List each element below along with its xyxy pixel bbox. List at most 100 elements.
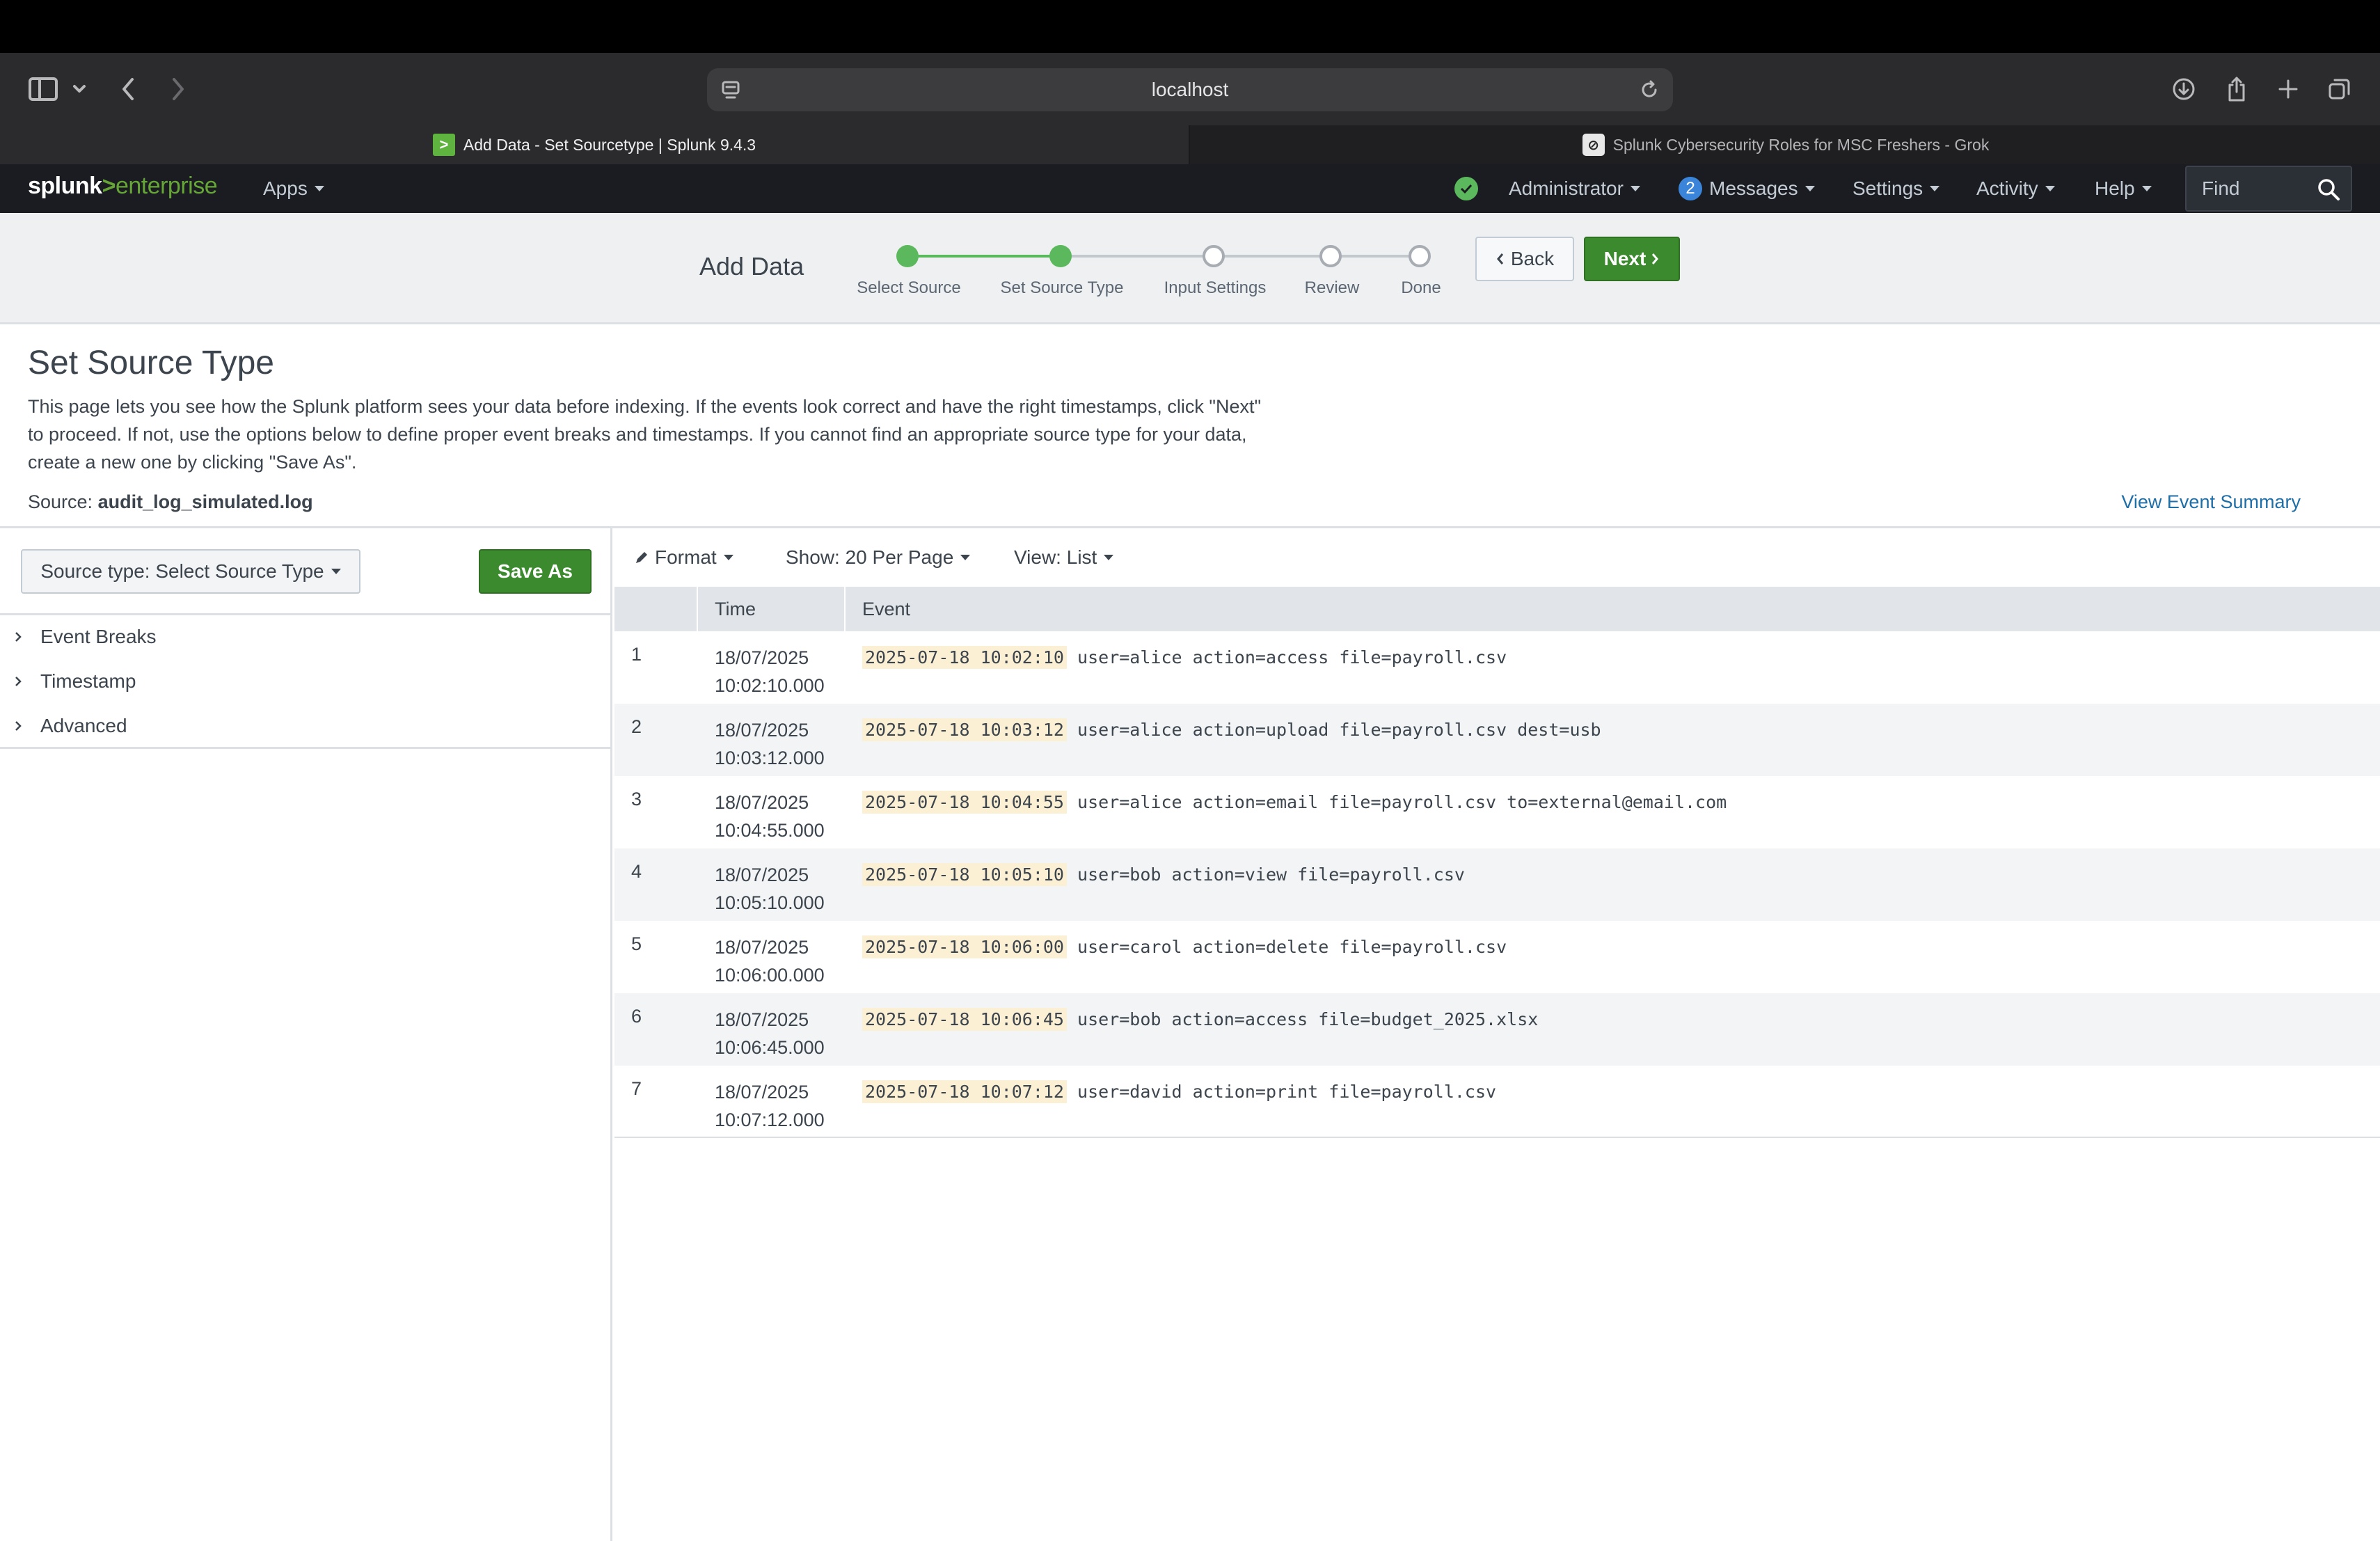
step-dot-select-source [896, 245, 919, 267]
column-divider [844, 587, 846, 631]
add-data-wizard: Add Data Select Source Set Source Type I… [0, 213, 2380, 324]
event-text: 2025-07-18 10:06:45 user=bob action=acce… [862, 1006, 1538, 1034]
table-row: 3 18/07/2025 10:04:55.000 2025-07-18 10:0… [614, 776, 2380, 848]
forward-arrow-icon[interactable] [167, 70, 189, 109]
splunk-navbar: splunk>enterprise Apps Administrator 2 Me… [0, 164, 2380, 213]
column-header-event[interactable]: Event [862, 587, 910, 631]
help-menu[interactable]: Help [2095, 164, 2152, 213]
format-menu[interactable]: Format [634, 528, 733, 587]
row-number: 7 [631, 1078, 642, 1099]
back-button[interactable]: Back [1475, 237, 1574, 281]
messages-menu[interactable]: 2 Messages [1679, 164, 1815, 213]
new-tab-icon[interactable] [2274, 70, 2302, 109]
pencil-icon [636, 552, 647, 563]
splunk-logo[interactable]: splunk>enterprise [28, 173, 218, 200]
event-time: 18/07/2025 10:02:10.000 [715, 647, 825, 696]
page-title: Set Source Type [28, 345, 274, 381]
tab-label: Add Data - Set Sourcetype | Splunk 9.4.3 [463, 135, 756, 154]
tab-overview-icon[interactable] [2326, 70, 2354, 109]
activity-menu[interactable]: Activity [1976, 164, 2055, 213]
caret-down-icon [960, 555, 971, 560]
chevron-left-icon [1496, 253, 1504, 264]
chevron-right-icon [15, 677, 22, 686]
row-number: 2 [631, 716, 642, 737]
caret-down-icon [723, 555, 733, 560]
step-label-select-source: Select Source [857, 278, 961, 297]
show-per-page-menu[interactable]: Show: 20 Per Page [786, 528, 971, 587]
table-row: 4 18/07/2025 10:05:10.000 2025-07-18 10:0… [614, 848, 2380, 921]
table-row: 1 18/07/2025 10:02:10.000 2025-07-18 10:0… [614, 631, 2380, 704]
row-number: 5 [631, 933, 642, 954]
column-header-time[interactable]: Time [715, 587, 756, 631]
chevron-down-icon[interactable] [70, 70, 89, 109]
row-number: 4 [631, 861, 642, 882]
event-time: 18/07/2025 10:04:55.000 [715, 792, 825, 841]
accordion-event-breaks[interactable]: Event Breaks [0, 615, 612, 659]
screen-top-bar [0, 0, 2380, 53]
back-arrow-icon[interactable] [117, 70, 139, 109]
step-label-set-source-type: Set Source Type [1000, 278, 1124, 297]
event-timestamp-highlight: 2025-07-18 10:02:10 [862, 646, 1067, 669]
step-dot-review [1319, 245, 1342, 267]
event-timestamp-highlight: 2025-07-18 10:06:00 [862, 935, 1067, 958]
table-row: 2 18/07/2025 10:03:12.000 2025-07-18 10:0… [614, 704, 2380, 776]
view-event-summary-link[interactable]: View Event Summary [2121, 491, 2301, 513]
page-description: This page lets you see how the Splunk pl… [28, 396, 1262, 473]
event-time: 18/07/2025 10:06:00.000 [715, 937, 825, 986]
event-timestamp-highlight: 2025-07-18 10:04:55 [862, 791, 1067, 814]
view-menu[interactable]: View: List [1014, 528, 1114, 587]
source-type-settings-panel: Source type: Select Source Type Save As … [0, 528, 612, 1541]
browser-toolbar: localhost [0, 53, 2380, 125]
accordion-timestamp[interactable]: Timestamp [0, 659, 612, 704]
download-icon[interactable] [2170, 70, 2198, 109]
grok-favicon-icon: ⊘ [1582, 134, 1605, 156]
step-label-done: Done [1401, 278, 1441, 297]
event-timestamp-highlight: 2025-07-18 10:06:45 [862, 1008, 1067, 1031]
caret-down-icon [331, 569, 341, 574]
events-table-header: Time Event [614, 587, 2380, 631]
event-timestamp-highlight: 2025-07-18 10:05:10 [862, 863, 1067, 886]
reload-icon[interactable] [1635, 72, 1663, 107]
progress-line-todo [1061, 255, 1420, 258]
url-text: localhost [1151, 79, 1229, 100]
preview-toolbar: Format Show: 20 Per Page View: List [614, 528, 2380, 587]
source-type-dropdown[interactable]: Source type: Select Source Type [21, 549, 360, 594]
health-status-icon[interactable] [1454, 177, 1478, 200]
find-input[interactable]: Find [2185, 166, 2352, 212]
caret-down-icon [1804, 186, 1815, 191]
event-time: 18/07/2025 10:03:12.000 [715, 720, 825, 768]
column-divider [697, 587, 698, 631]
event-text: 2025-07-18 10:02:10 user=alice action=ac… [862, 644, 1507, 672]
next-button[interactable]: Next [1584, 237, 1680, 281]
event-preview-panel: Format Show: 20 Per Page View: List Time… [614, 528, 2380, 1541]
event-text: 2025-07-18 10:04:55 user=alice action=em… [862, 789, 1727, 816]
save-as-button[interactable]: Save As [479, 549, 592, 594]
event-text: 2025-07-18 10:03:12 user=alice action=up… [862, 716, 1601, 744]
user-menu[interactable]: Administrator [1509, 164, 1640, 213]
caret-down-icon [1104, 555, 1114, 560]
apps-menu[interactable]: Apps [263, 164, 324, 213]
event-text: 2025-07-18 10:06:00 user=carol action=de… [862, 933, 1507, 961]
address-bar[interactable]: localhost [707, 68, 1673, 111]
divider [614, 1137, 2380, 1138]
step-dot-input-settings [1203, 245, 1225, 267]
caret-down-icon [314, 186, 324, 191]
tab-grok[interactable]: ⊘ Splunk Cybersecurity Roles for MSC Fre… [1191, 125, 2380, 164]
row-number: 6 [631, 1006, 642, 1027]
messages-count-badge: 2 [1679, 177, 1702, 200]
table-row: 5 18/07/2025 10:06:00.000 2025-07-18 10:0… [614, 921, 2380, 993]
table-row: 7 18/07/2025 10:07:12.000 2025-07-18 10:0… [614, 1066, 2380, 1138]
settings-menu[interactable]: Settings [1853, 164, 1940, 213]
caret-down-icon [2141, 186, 2152, 191]
step-dot-set-source-type [1049, 245, 1072, 267]
chevron-right-icon [15, 632, 22, 642]
search-icon[interactable] [2316, 177, 2341, 202]
chevron-right-icon [1652, 253, 1659, 264]
source-filename: audit_log_simulated.log [97, 491, 313, 512]
accordion-advanced[interactable]: Advanced [0, 704, 612, 748]
share-icon[interactable] [2223, 70, 2251, 109]
row-number: 3 [631, 789, 642, 809]
sidebar-toggle-icon[interactable] [26, 70, 60, 109]
tab-splunk-add-data[interactable]: > Add Data - Set Sourcetype | Splunk 9.4… [0, 125, 1190, 164]
browser-tabs: > Add Data - Set Sourcetype | Splunk 9.4… [0, 125, 2380, 164]
